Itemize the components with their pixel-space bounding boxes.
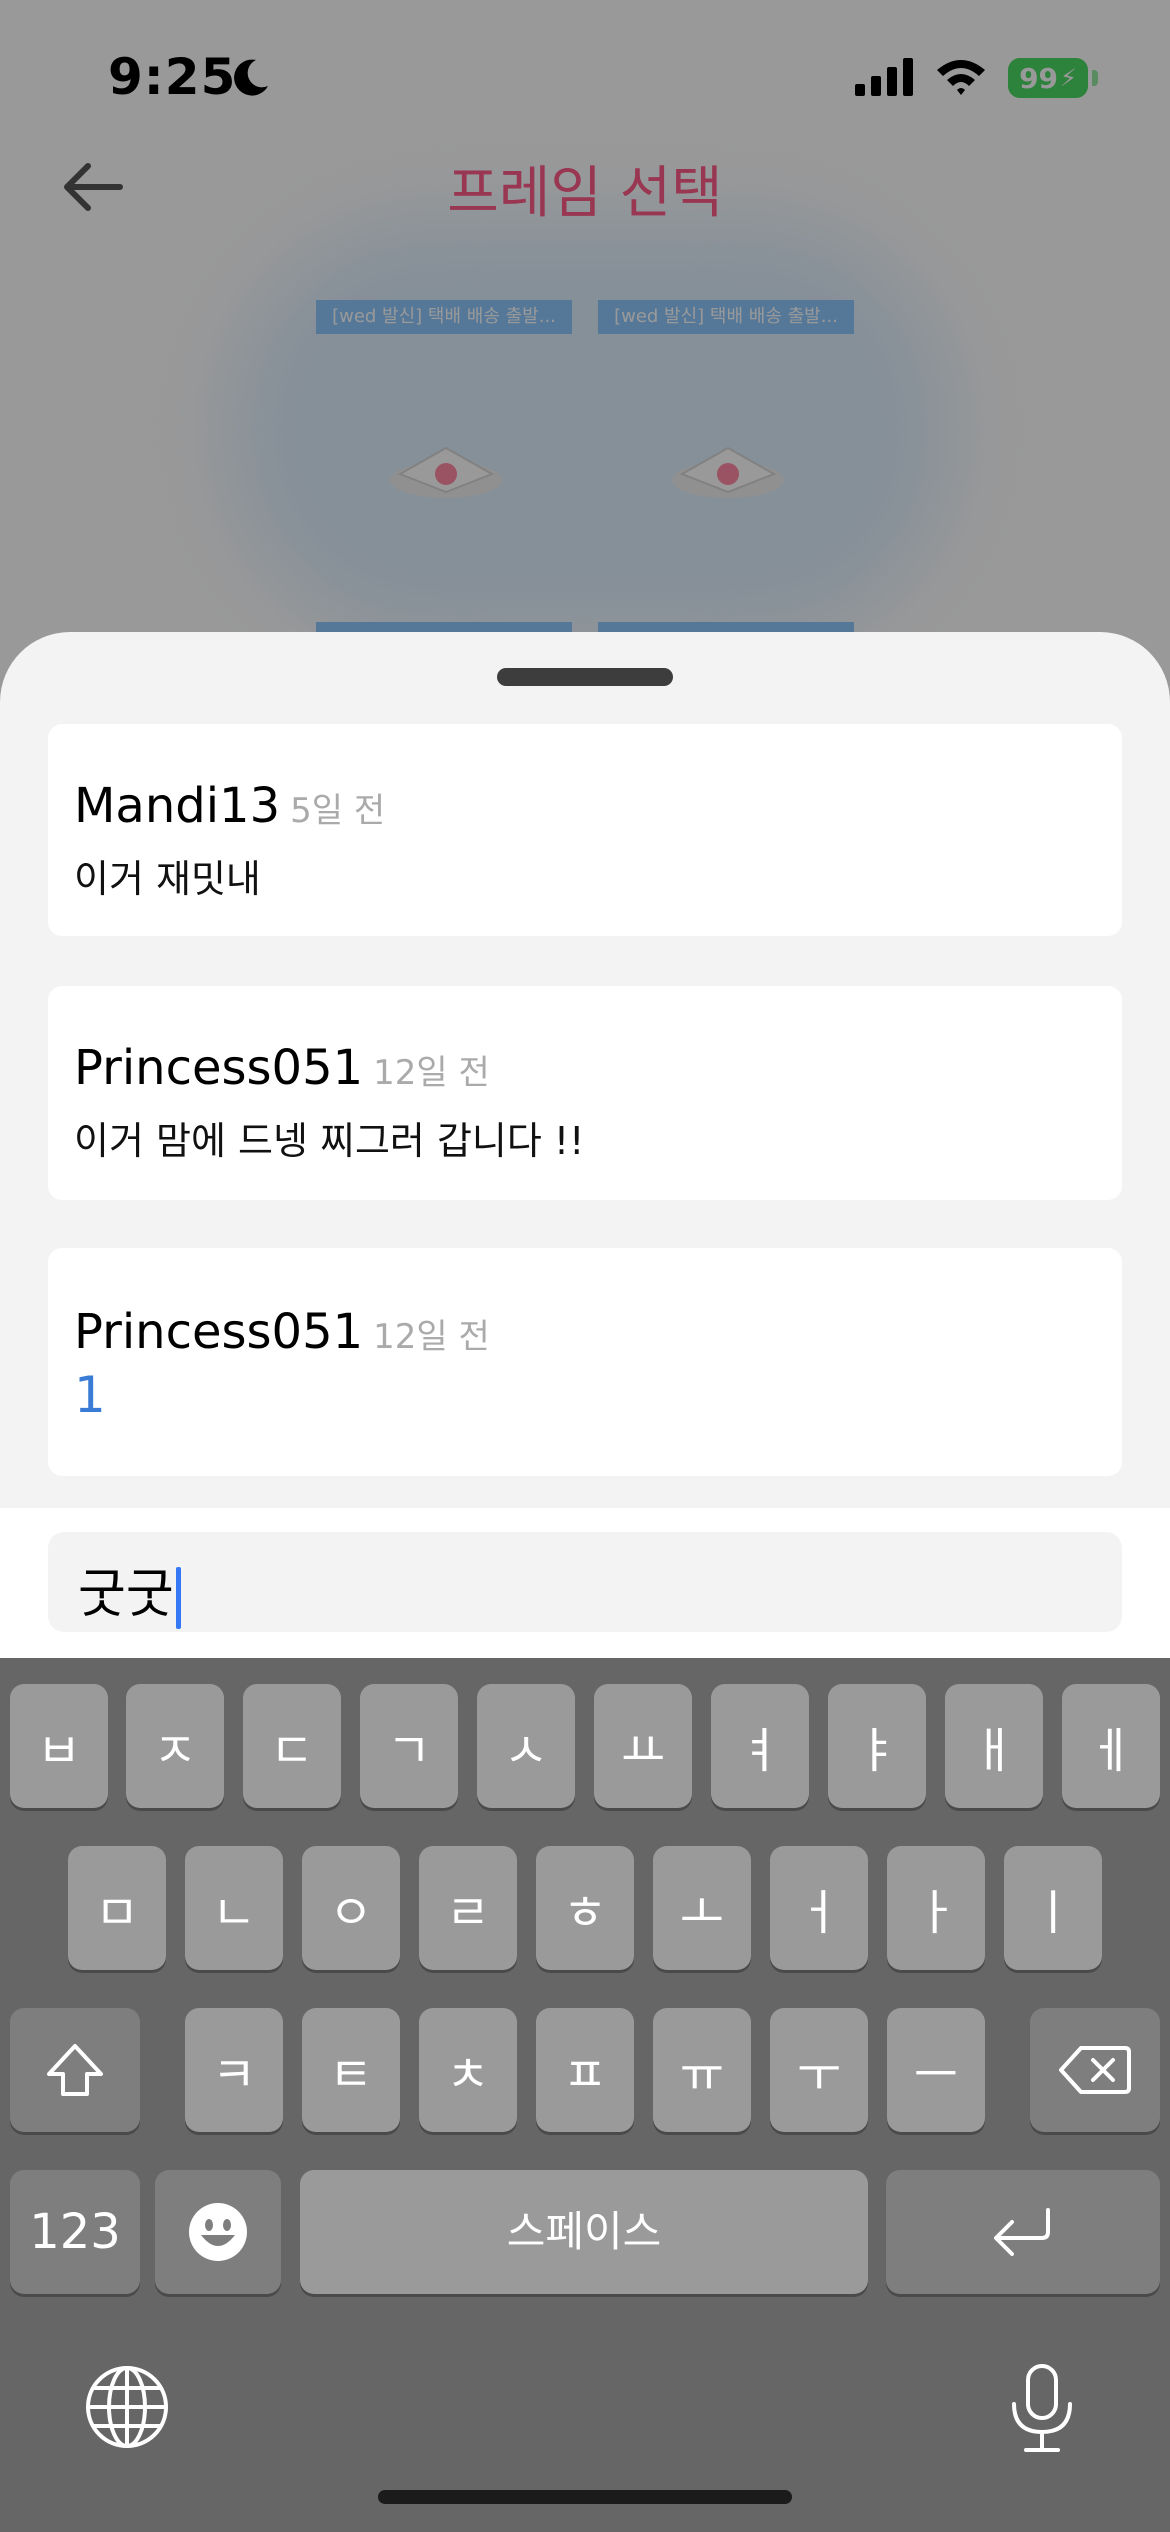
key[interactable]: ㄴ	[185, 1846, 283, 1970]
text-caret	[175, 1567, 181, 1629]
return-key[interactable]	[886, 2170, 1160, 2294]
key[interactable]: ㄹ	[419, 1846, 517, 1970]
backspace-icon	[1059, 2046, 1131, 2094]
key[interactable]: ㅏ	[887, 1846, 985, 1970]
comment-header: Princess051 12일 전	[74, 1040, 490, 1096]
comment-item: Princess051 12일 전 1	[48, 1248, 1122, 1476]
shift-icon	[47, 2044, 103, 2096]
return-icon	[994, 2208, 1050, 2256]
key[interactable]: ㅌ	[302, 2008, 400, 2132]
input-value-text: 굿굿	[78, 1565, 174, 1625]
comment-input-area: 굿굿	[0, 1508, 1170, 1658]
comment-item: Mandi13 5일 전 이거 재밋내	[48, 724, 1122, 936]
comment-author: Princess051	[74, 1040, 364, 1096]
key[interactable]: ㅑ	[828, 1684, 926, 1808]
key[interactable]: ㅂ	[10, 1684, 108, 1808]
key[interactable]: ㅜ	[770, 2008, 868, 2132]
key[interactable]: ㅎ	[536, 1846, 634, 1970]
comment-time: 12일 전	[373, 1317, 490, 1357]
key[interactable]: ㅔ	[1062, 1684, 1160, 1808]
emoji-icon	[189, 2203, 247, 2261]
key[interactable]: ㅛ	[594, 1684, 692, 1808]
key[interactable]: ㅠ	[653, 2008, 751, 2132]
comment-input[interactable]: 굿굿	[48, 1532, 1122, 1632]
key[interactable]: ㅇ	[302, 1846, 400, 1970]
globe-icon[interactable]	[84, 2364, 170, 2450]
comment-author: Princess051	[74, 1304, 364, 1360]
key[interactable]: ㅐ	[945, 1684, 1043, 1808]
key[interactable]: ㄷ	[243, 1684, 341, 1808]
comment-item: Princess051 12일 전 이거 맘에 드넹 찌그러 갑니다 !!	[48, 986, 1122, 1200]
microphone-icon[interactable]	[1008, 2362, 1076, 2454]
key[interactable]: ㅋ	[185, 2008, 283, 2132]
comment-author: Mandi13	[74, 778, 281, 834]
space-key[interactable]: 스페이스	[300, 2170, 868, 2294]
comment-text: 이거 맘에 드넹 찌그러 갑니다 !!	[74, 1119, 585, 1163]
key[interactable]: ㅕ	[711, 1684, 809, 1808]
key[interactable]: ㅊ	[419, 2008, 517, 2132]
key[interactable]: ㅈ	[126, 1684, 224, 1808]
key[interactable]: ㅍ	[536, 2008, 634, 2132]
home-indicator	[378, 2490, 792, 2504]
comment-input-value: 굿굿	[78, 1552, 181, 1629]
shift-key[interactable]	[10, 2008, 140, 2132]
key[interactable]: ㅅ	[477, 1684, 575, 1808]
comments-sheet: Mandi13 5일 전 이거 재밋내 Princess051 12일 전 이거 맘…	[0, 632, 1170, 1512]
sheet-drag-handle[interactable]	[497, 668, 673, 686]
comment-time: 5일 전	[290, 791, 386, 831]
key[interactable]: ㅓ	[770, 1846, 868, 1970]
key[interactable]: ㅣ	[1004, 1846, 1102, 1970]
key[interactable]: ㅗ	[653, 1846, 751, 1970]
comment-header: Mandi13 5일 전	[74, 778, 385, 834]
comment-text: 1	[74, 1366, 106, 1424]
key[interactable]: ㄱ	[360, 1684, 458, 1808]
key[interactable]: ㅡ	[887, 2008, 985, 2132]
numbers-key[interactable]: 123	[10, 2170, 140, 2294]
comment-text: 이거 재밋내	[74, 857, 261, 901]
backspace-key[interactable]	[1030, 2008, 1160, 2132]
key[interactable]: ㅁ	[68, 1846, 166, 1970]
comment-time: 12일 전	[373, 1053, 490, 1093]
comment-header: Princess051 12일 전	[74, 1304, 490, 1360]
korean-keyboard: ㅂ ㅈ ㄷ ㄱ ㅅ ㅛ ㅕ ㅑ ㅐ ㅔ ㅁ ㄴ ㅇ ㄹ ㅎ ㅗ ㅓ ㅏ ㅣ ㅋ …	[0, 1658, 1170, 2532]
emoji-key[interactable]	[155, 2170, 281, 2294]
